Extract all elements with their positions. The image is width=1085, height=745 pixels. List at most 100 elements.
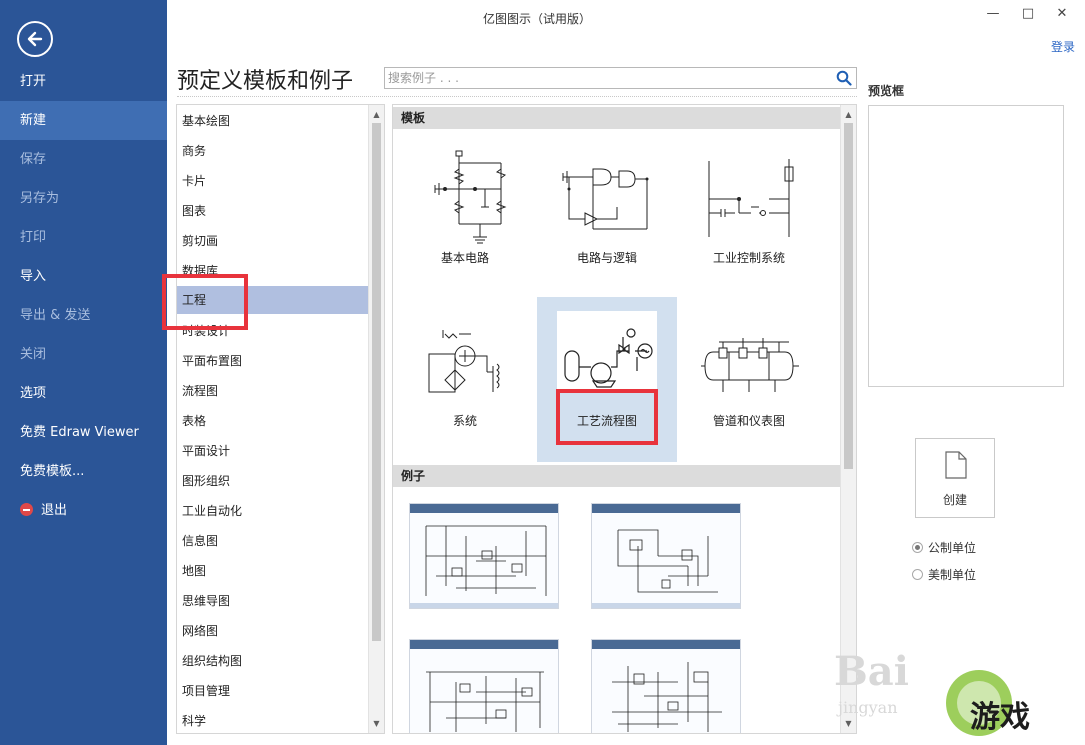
menu-new-label: 新建 xyxy=(20,113,47,128)
industrial-control-thumbnail-icon xyxy=(708,159,794,237)
menu-print-label: 打印 xyxy=(20,230,47,245)
gallery-scrollbar[interactable]: ▲ ▼ xyxy=(840,105,856,733)
search-box xyxy=(384,67,857,89)
basic-circuit-thumbnail-icon xyxy=(434,150,507,244)
menu-options[interactable]: 选项 xyxy=(0,374,167,413)
radio-checked-icon[interactable] xyxy=(912,542,923,553)
menu-save-label: 保存 xyxy=(20,152,47,167)
scroll-up-icon[interactable]: ▲ xyxy=(369,107,384,122)
site-logo-watermark: 游戏 xyxy=(906,664,1056,742)
minimize-button[interactable]: — xyxy=(983,6,1003,24)
us-unit-option[interactable]: 美制单位 xyxy=(912,566,976,583)
back-arrow-icon xyxy=(27,31,43,47)
category-item[interactable]: 平面布置图 xyxy=(177,347,368,375)
example-thumbnail-2[interactable] xyxy=(591,503,741,609)
menu-free-templates[interactable]: 免费模板... xyxy=(0,452,167,491)
category-item[interactable]: 表格 xyxy=(177,407,368,435)
create-button-label: 创建 xyxy=(942,493,967,507)
example-thumbnail-3[interactable] xyxy=(409,639,559,733)
category-item[interactable]: 卡片 xyxy=(177,167,368,195)
examples-section-header: 例子 xyxy=(393,465,841,487)
templates-section-header: 模板 xyxy=(393,107,841,129)
example-header-bar xyxy=(592,504,740,513)
menu-save-as[interactable]: 另存为 xyxy=(0,179,167,218)
new-document-icon xyxy=(945,451,967,479)
category-item[interactable]: 思维导图 xyxy=(177,587,368,615)
category-item[interactable]: 商务 xyxy=(177,137,368,165)
menu-export-send-label: 导出 & 发送 xyxy=(20,308,91,323)
category-item[interactable]: 科学 xyxy=(177,707,368,733)
preview-box xyxy=(868,105,1064,387)
search-input[interactable] xyxy=(385,68,825,88)
page-title: 预定义模板和例子 xyxy=(177,69,354,94)
category-item[interactable]: 平面设计 xyxy=(177,437,368,465)
login-link[interactable]: 登录 xyxy=(1051,38,1075,55)
category-item[interactable]: 信息图 xyxy=(177,527,368,555)
menu-save-as-label: 另存为 xyxy=(20,191,60,206)
close-button[interactable]: ✕ xyxy=(1052,6,1072,24)
maximize-button[interactable]: □ xyxy=(1018,6,1038,24)
template-basic-circuit-label: 基本电路 xyxy=(440,251,489,265)
category-item[interactable]: 图表 xyxy=(177,197,368,225)
menu-free-viewer[interactable]: 免费 Edraw Viewer xyxy=(0,413,167,452)
scrollbar-thumb[interactable] xyxy=(844,123,853,469)
menu-options-label: 选项 xyxy=(20,386,47,401)
search-icon[interactable] xyxy=(836,70,852,86)
create-button[interactable]: 创建 xyxy=(915,438,995,518)
metric-unit-option[interactable]: 公制单位 xyxy=(912,539,976,556)
preview-label: 预览框 xyxy=(868,84,905,98)
menu-import[interactable]: 导入 xyxy=(0,257,167,296)
site-watermark-text: 游戏 xyxy=(970,700,1030,735)
category-item[interactable]: 图形组织 xyxy=(177,467,368,495)
template-circuit-logic[interactable]: 电路与逻辑 xyxy=(537,137,677,302)
category-item[interactable]: 流程图 xyxy=(177,377,368,405)
back-button[interactable] xyxy=(17,21,53,57)
menu-save[interactable]: 保存 xyxy=(0,140,167,179)
category-item[interactable]: 基本绘图 xyxy=(177,107,368,135)
category-item[interactable]: 地图 xyxy=(177,557,368,585)
category-list: 基本绘图 商务 卡片 图表 剪切画 数据库 工程 时装设计 平面布置图 流程图 … xyxy=(176,104,385,734)
menu-exit[interactable]: 退出 xyxy=(0,491,167,530)
menu-open[interactable]: 打开 xyxy=(0,62,167,101)
header-divider xyxy=(177,96,857,97)
scrollbar-thumb[interactable] xyxy=(372,123,381,641)
highlight-box xyxy=(556,389,658,445)
scroll-up-icon[interactable]: ▲ xyxy=(841,107,856,122)
us-unit-label: 美制单位 xyxy=(928,568,977,582)
circuit-example-icon xyxy=(425,525,547,596)
template-system[interactable]: 系统 xyxy=(395,300,535,465)
example-thumbnail-1[interactable] xyxy=(409,503,559,609)
metric-unit-label: 公制单位 xyxy=(928,541,977,555)
menu-free-viewer-label: 免费 Edraw Viewer xyxy=(20,425,139,440)
category-item[interactable]: 网络图 xyxy=(177,617,368,645)
scroll-down-icon[interactable]: ▼ xyxy=(369,716,384,731)
scroll-down-icon[interactable]: ▼ xyxy=(841,716,856,731)
menu-export-send[interactable]: 导出 & 发送 xyxy=(0,296,167,335)
category-item[interactable]: 项目管理 xyxy=(177,677,368,705)
template-basic-circuit[interactable]: 基本电路 xyxy=(395,137,535,302)
menu-free-templates-label: 免费模板... xyxy=(20,464,85,479)
menu-close-label: 关闭 xyxy=(20,347,47,362)
menu-new[interactable]: 新建 xyxy=(0,101,167,140)
highlight-box xyxy=(162,274,248,330)
title-bar: 亿图图示（试用版） — □ ✕ xyxy=(167,0,1085,34)
radio-unchecked-icon[interactable] xyxy=(912,569,923,580)
menu-close[interactable]: 关闭 xyxy=(0,335,167,374)
category-item[interactable]: 组织结构图 xyxy=(177,647,368,675)
category-scrollbar[interactable]: ▲ ▼ xyxy=(368,105,384,733)
menu-import-label: 导入 xyxy=(20,269,47,284)
jingyan-watermark: jingyan xyxy=(838,698,898,717)
circuit-example-icon xyxy=(612,662,722,732)
baidu-watermark: Bai xyxy=(834,648,909,695)
category-item[interactable]: 剪切画 xyxy=(177,227,368,255)
exit-icon xyxy=(20,503,33,516)
template-industrial-control-label: 工业控制系统 xyxy=(712,251,785,265)
example-header-bar xyxy=(592,640,740,649)
template-piping-instrument[interactable]: 管道和仪表图 xyxy=(679,300,819,465)
process-flow-thumbnail-icon xyxy=(557,311,657,391)
category-item[interactable]: 工业自动化 xyxy=(177,497,368,525)
example-thumbnail-4[interactable] xyxy=(591,639,741,733)
menu-print[interactable]: 打印 xyxy=(0,218,167,257)
template-industrial-control[interactable]: 工业控制系统 xyxy=(679,137,819,302)
circuit-example-icon xyxy=(617,529,718,593)
